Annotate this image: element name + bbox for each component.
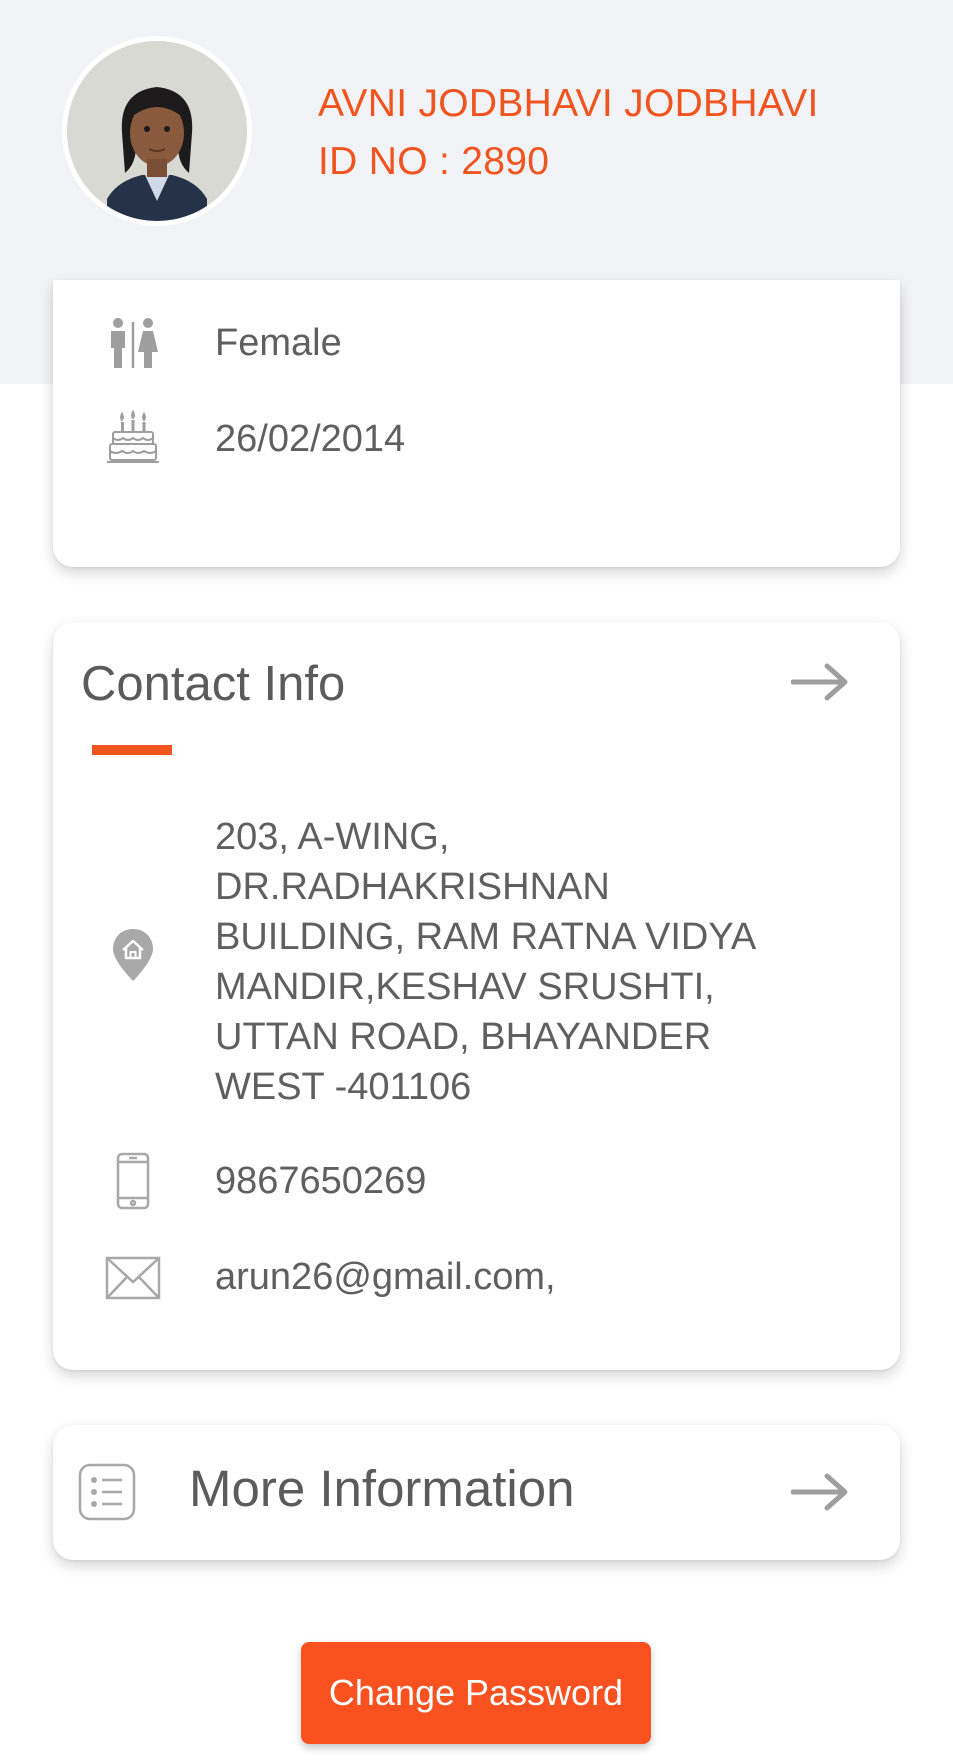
- dob-value: 26/02/2014: [215, 418, 406, 460]
- arrow-right-icon: [791, 663, 848, 701]
- phone-row: 9867650269: [53, 1152, 900, 1212]
- more-information-card[interactable]: More Information: [53, 1425, 900, 1560]
- student-name: AVNI JODBHAVI JODBHAVI: [318, 82, 819, 125]
- address-line: 203, A-WING,: [215, 816, 450, 858]
- student-id: ID NO : 2890: [318, 140, 550, 183]
- email-row: arun26@gmail.com,: [53, 1250, 900, 1310]
- dob-row: 26/02/2014: [53, 410, 900, 470]
- contact-info-title: Contact Info: [81, 657, 346, 711]
- address-line: UTTAN ROAD, BHAYANDER: [215, 1016, 712, 1058]
- personal-info-card: Female 26/02/2014: [53, 280, 900, 567]
- avatar: [62, 36, 252, 226]
- more-information-arrow-button[interactable]: [790, 1472, 850, 1512]
- arrow-right-icon: [791, 1473, 848, 1511]
- address-line: BUILDING, RAM RATNA VIDYA: [215, 916, 757, 958]
- gender-icon: [103, 316, 163, 370]
- email-value[interactable]: arun26@gmail.com,: [215, 1256, 556, 1299]
- address-line: MANDIR,KESHAV SRUSHTI,: [215, 966, 715, 1008]
- phone-value[interactable]: 9867650269: [215, 1160, 426, 1203]
- title-underline: [92, 745, 172, 755]
- contact-info-arrow-button[interactable]: [790, 662, 850, 702]
- more-information-title: More Information: [189, 1460, 575, 1517]
- birthday-cake-icon: [103, 410, 163, 466]
- gender-row: Female: [53, 314, 900, 374]
- address-line: DR.RADHAKRISHNAN: [215, 866, 610, 908]
- change-password-button[interactable]: Change Password: [301, 1642, 651, 1744]
- home-location-pin-icon: [103, 927, 163, 983]
- student-photo: [67, 41, 247, 221]
- address-value: 203, A-WING, DR.RADHAKRISHNAN BUILDING, …: [215, 812, 815, 1112]
- envelope-icon: [103, 1256, 163, 1300]
- contact-info-card: Contact Info 203, A-WING, DR.RADHAKRISHN…: [53, 622, 900, 1370]
- list-icon: [78, 1463, 136, 1526]
- gender-value: Female: [215, 322, 342, 364]
- mobile-phone-icon: [103, 1152, 163, 1210]
- address-line: WEST -401106: [215, 1066, 472, 1108]
